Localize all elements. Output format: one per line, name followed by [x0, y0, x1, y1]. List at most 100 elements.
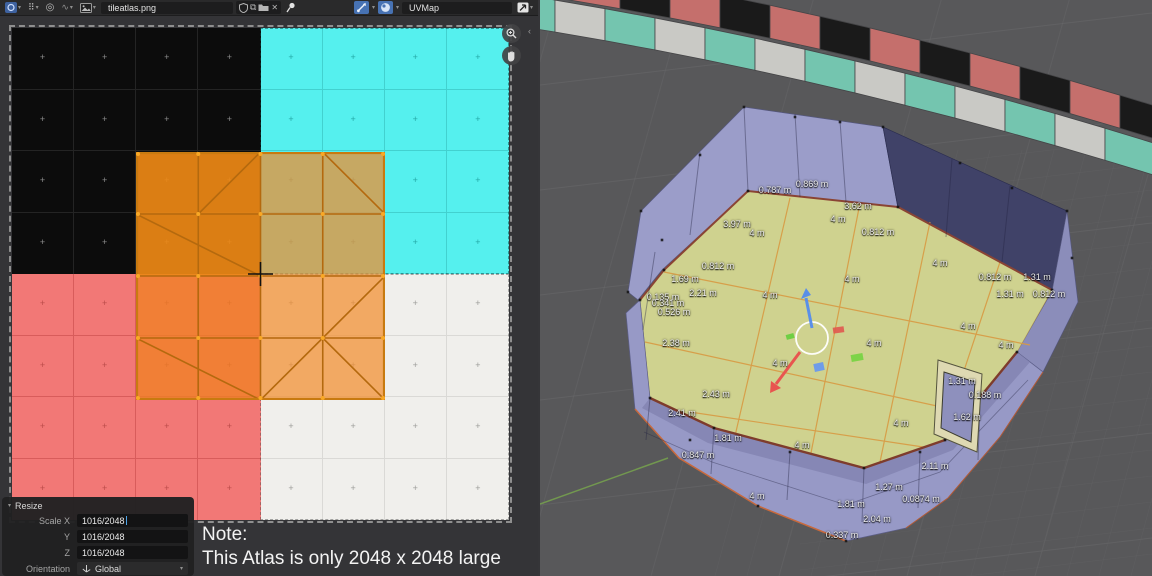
atlas-tile: +: [447, 90, 509, 152]
orientation-gizmo-icon: [82, 564, 91, 573]
scale-z-label: Z: [8, 548, 77, 558]
atlas-tile: +: [385, 90, 447, 152]
snap-button[interactable]: [354, 1, 369, 14]
atlas-tile: +: [385, 397, 447, 459]
atlas-tile: +: [136, 28, 198, 90]
atlas-tile: +: [12, 90, 74, 152]
orientation-value: Global: [95, 564, 121, 574]
atlas-tile: +: [447, 459, 509, 521]
folder-icon[interactable]: [258, 3, 269, 12]
annotation-note: Note: This Atlas is only 2048 x 2048 lar…: [202, 523, 501, 571]
atlas-tile: +: [323, 28, 385, 90]
uv-editor-header: ▾ ⠿ ▾ ◎ ∿ ▾ ▾ tileatlas.png: [0, 0, 538, 16]
atlas-tile: +: [385, 274, 447, 336]
atlas-tile: +: [385, 28, 447, 90]
note-line-1: Note:: [202, 523, 501, 547]
atlas-tile: +: [447, 28, 509, 90]
atlas-tile: +: [323, 397, 385, 459]
atlas-tile: +: [385, 213, 447, 275]
pan-button[interactable]: [502, 46, 521, 65]
atlas-tile: +: [136, 90, 198, 152]
text-cursor: [126, 516, 127, 525]
scale-x-label: Scale X: [8, 516, 77, 526]
atlas-tile: +: [447, 151, 509, 213]
scale-z-input[interactable]: 1016/2048: [77, 546, 188, 559]
scale-x-input[interactable]: 1016/2048: [77, 514, 188, 527]
atlas-tile: +: [198, 459, 260, 521]
panel-header[interactable]: ▾ Resize: [8, 501, 188, 511]
atlas-tile: +: [74, 151, 136, 213]
zoom-button[interactable]: [502, 24, 521, 43]
snap-arrow-icon: [356, 2, 367, 13]
3d-viewport[interactable]: 0.787 m0.869 m3.62 m3.97 m4 m4 m0.812 m1…: [540, 0, 1152, 576]
atlas-tile: +: [12, 397, 74, 459]
copy-icon[interactable]: ⧉: [250, 2, 256, 13]
atlas-tile: +: [198, 397, 260, 459]
image-name-field[interactable]: tileatlas.png: [101, 2, 233, 14]
bullseye-icon: ◎: [46, 2, 55, 13]
proportional-edit-button[interactable]: ◎: [44, 1, 57, 14]
panel-title: Resize: [15, 501, 43, 511]
chevron-down-icon: ▾: [530, 5, 533, 11]
atlas-tile: +: [74, 336, 136, 398]
atlas-tile: +: [12, 28, 74, 90]
falloff-button[interactable]: ∿ ▾: [59, 1, 75, 14]
atlas-tile: +: [136, 397, 198, 459]
atlas-tile: +: [261, 459, 323, 521]
chevron-down-icon: ▾: [70, 5, 73, 11]
scale-y-input[interactable]: 1016/2048: [77, 530, 188, 543]
chevron-down-icon: ▾: [93, 5, 96, 11]
scale-y-value: 1016/2048: [82, 532, 125, 542]
proportional-falloff-button[interactable]: [378, 1, 393, 14]
atlas-tile: +: [261, 90, 323, 152]
chevron-down-icon[interactable]: ▾: [372, 5, 375, 11]
tile-atlas-image[interactable]: ++++++++++++++++++++++++++++++++++++++++…: [12, 28, 509, 520]
browse-image-button[interactable]: ▾: [78, 1, 98, 14]
atlas-tile: +: [74, 90, 136, 152]
chevron-down-icon[interactable]: ▾: [396, 5, 399, 11]
falloff-curve-icon: ∿: [61, 2, 69, 13]
atlas-tile: +: [385, 336, 447, 398]
atlas-tile: +: [447, 213, 509, 275]
viewport-canvas: [540, 0, 1152, 576]
atlas-tile: +: [261, 28, 323, 90]
atlas-tile: +: [323, 459, 385, 521]
shield-icon[interactable]: [239, 3, 248, 13]
blender-window: ▾ ⠿ ▾ ◎ ∿ ▾ ▾ tileatlas.png: [0, 0, 1152, 576]
atlas-tile: +: [323, 90, 385, 152]
image-link-icon: [517, 2, 529, 13]
atlas-tile: +: [447, 336, 509, 398]
region-toggle-arrow[interactable]: ‹: [528, 26, 531, 36]
image-icon: [80, 3, 92, 13]
atlas-tile: +: [447, 397, 509, 459]
scale-z-value: 1016/2048: [82, 548, 125, 558]
uv-island-overlay: [136, 152, 385, 400]
close-icon[interactable]: ✕: [271, 3, 278, 12]
atlas-tile: +: [74, 28, 136, 90]
dots-grid-icon: ⠿: [28, 2, 35, 13]
atlas-tile: +: [74, 213, 136, 275]
hand-icon: [506, 50, 517, 62]
atlas-tile: +: [385, 459, 447, 521]
viewport-nav-buttons: [502, 24, 521, 65]
uv-canvas[interactable]: ++++++++++++++++++++++++++++++++++++++++…: [0, 16, 538, 576]
magnifier-plus-icon: [506, 28, 517, 39]
uv-map-name: UVMap: [409, 3, 439, 13]
orientation-label: Orientation: [8, 564, 77, 574]
uv-map-field[interactable]: UVMap: [402, 2, 512, 14]
atlas-tile: +: [74, 397, 136, 459]
image-actions: ⧉ ✕: [236, 1, 281, 14]
atlas-tile: +: [12, 213, 74, 275]
atlas-tile: +: [12, 336, 74, 398]
editor-type-button[interactable]: ▾: [3, 1, 23, 14]
sphere-icon: [380, 2, 391, 13]
track-tile: [540, 0, 555, 32]
image-pin-button[interactable]: ▾: [515, 1, 535, 14]
display-mode-button[interactable]: ⠿ ▾: [26, 1, 41, 14]
atlas-tile: +: [385, 151, 447, 213]
image-name: tileatlas.png: [108, 3, 156, 13]
pin-button[interactable]: [284, 1, 298, 14]
orientation-dropdown[interactable]: Global ▾: [77, 562, 188, 575]
atlas-tile: +: [198, 28, 260, 90]
chevron-down-icon: ▾: [36, 5, 39, 11]
